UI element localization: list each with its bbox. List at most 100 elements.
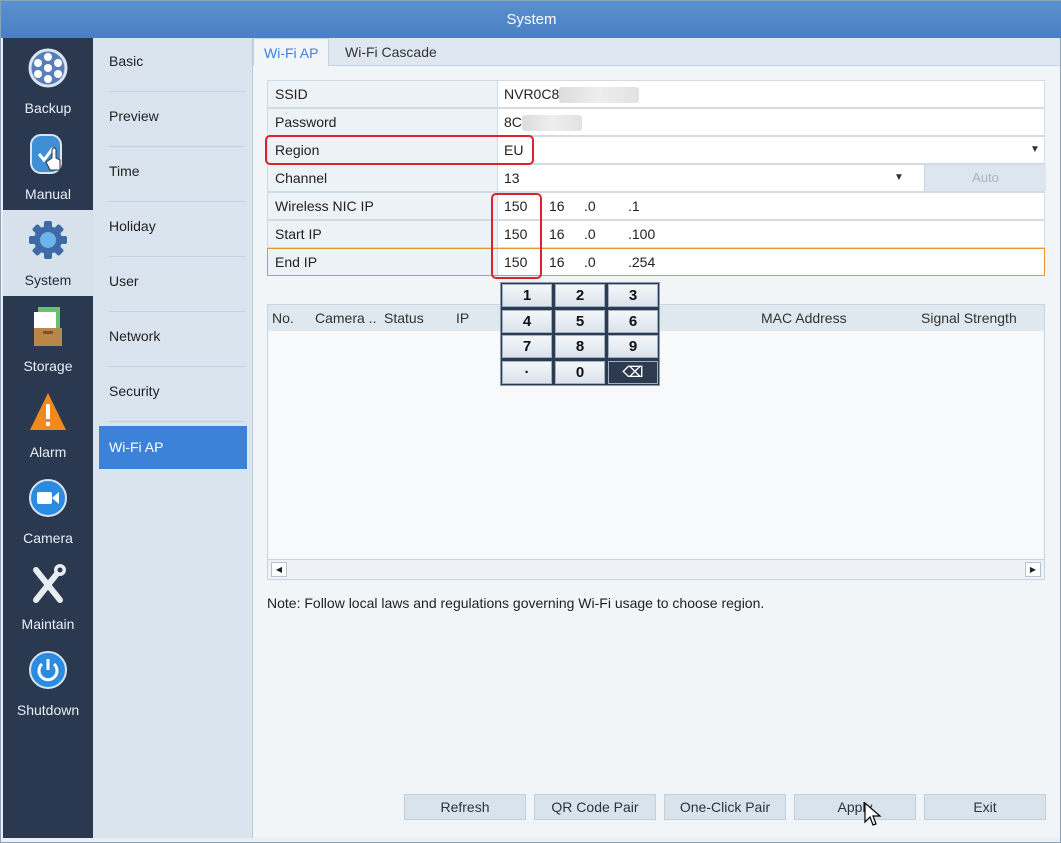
channel-label: Channel: [268, 165, 498, 191]
tab-wifi-ap[interactable]: Wi-Fi AP: [253, 38, 330, 66]
storage-icon: [34, 307, 62, 346]
keypad-key-dot[interactable]: ·: [502, 361, 552, 384]
ip-octet-input[interactable]: .0: [584, 221, 596, 247]
ip-octet-input[interactable]: .100: [628, 221, 655, 247]
wireless-nic-ip-label: Wireless NIC IP: [268, 193, 498, 219]
nav-item-backup[interactable]: Backup: [3, 38, 93, 124]
nav-item-shutdown[interactable]: Shutdown: [3, 640, 93, 726]
chevron-down-icon[interactable]: ▼: [1030, 144, 1040, 155]
ssid-value: NVR0C8: [504, 86, 560, 102]
channel-select[interactable]: 13: [504, 165, 904, 191]
channel-value: 13: [504, 170, 520, 186]
nav-label: Maintain: [21, 616, 75, 632]
window-title: System: [1, 1, 1061, 38]
maintain-tools-icon: [33, 564, 66, 603]
keypad-key-1[interactable]: 1: [502, 284, 552, 307]
column-header-mac-address[interactable]: MAC Address: [761, 305, 847, 331]
nav-item-maintain[interactable]: Maintain: [3, 554, 93, 640]
submenu-divider: [109, 421, 245, 422]
region-select[interactable]: EU: [504, 137, 1044, 163]
ip-octet-input[interactable]: 16: [549, 193, 565, 219]
submenu-item-time[interactable]: Time: [99, 150, 247, 193]
ip-octet-input[interactable]: .1: [628, 193, 640, 219]
column-header-no[interactable]: No.: [272, 305, 294, 331]
redacted-blur: [521, 115, 582, 132]
wireless-nic-ip-row: Wireless NIC IP 150 16 .0 .1: [267, 192, 1045, 220]
ip-octet-input[interactable]: .0: [584, 193, 596, 219]
apply-button[interactable]: Apply: [794, 794, 916, 820]
submenu-divider: [109, 146, 245, 147]
submenu-item-preview[interactable]: Preview: [99, 95, 247, 138]
nav-label: Alarm: [29, 444, 67, 460]
column-header-signal-strength[interactable]: Signal Strength: [921, 305, 1017, 331]
nav-item-alarm[interactable]: Alarm: [3, 382, 93, 468]
main-content: Wi-Fi AP Wi-Fi Cascade SSID NVR0C8 Passw…: [253, 38, 1060, 838]
system-gear-icon: [29, 221, 67, 259]
start-ip-row: Start IP 150 16 .0 .100: [267, 220, 1045, 248]
main-nav: Backup Manual System Storage Alarm Camer…: [3, 38, 93, 838]
end-ip-row: End IP 150 16 .0 .254: [267, 248, 1045, 276]
one-click-pair-button[interactable]: One-Click Pair: [664, 794, 786, 820]
ip-octet-input[interactable]: .0: [584, 249, 596, 275]
keypad-key-4[interactable]: 4: [502, 310, 552, 333]
nav-item-system[interactable]: System: [3, 210, 93, 296]
submenu-divider: [109, 366, 245, 367]
ip-octet-input[interactable]: 16: [549, 249, 565, 275]
keypad-key-8[interactable]: 8: [555, 335, 605, 358]
submenu-item-network[interactable]: Network: [99, 315, 247, 358]
ssid-label: SSID: [268, 81, 498, 107]
keypad-key-5[interactable]: 5: [555, 310, 605, 333]
tab-bar: Wi-Fi AP Wi-Fi Cascade: [253, 38, 1060, 66]
nav-item-manual[interactable]: Manual: [3, 124, 93, 210]
keypad-key-2[interactable]: 2: [555, 284, 605, 307]
submenu-divider: [109, 201, 245, 202]
chevron-down-icon[interactable]: ▼: [894, 172, 904, 183]
backspace-icon[interactable]: ⌫: [608, 361, 658, 384]
submenu-item-holiday[interactable]: Holiday: [99, 205, 247, 248]
submenu-divider: [109, 91, 245, 92]
alarm-warning-icon: [30, 393, 66, 430]
password-label: Password: [268, 109, 498, 135]
nav-label: Storage: [23, 358, 73, 374]
scroll-left-icon[interactable]: ◀: [271, 562, 287, 577]
keypad-key-6[interactable]: 6: [608, 310, 658, 333]
password-field[interactable]: 8C: [504, 109, 582, 135]
password-value: 8C: [504, 114, 522, 130]
nav-item-camera[interactable]: Camera: [3, 468, 93, 554]
keypad-key-9[interactable]: 9: [608, 335, 658, 358]
submenu-item-wifi-ap[interactable]: Wi-Fi AP: [99, 426, 247, 469]
ip-octet-input[interactable]: .254: [628, 249, 655, 275]
region-highlight: [265, 135, 534, 165]
backup-reel-icon: [28, 48, 68, 88]
column-header-ip[interactable]: IP: [456, 305, 469, 331]
system-window: System Backup Manual System Storage Alar…: [0, 0, 1061, 843]
horizontal-scrollbar[interactable]: ◀ ▶: [268, 559, 1044, 579]
nav-item-storage[interactable]: Storage: [3, 296, 93, 382]
mouse-cursor-icon: [864, 802, 882, 826]
qr-code-pair-button[interactable]: QR Code Pair: [534, 794, 656, 820]
auto-button[interactable]: Auto: [924, 165, 1046, 191]
submenu-item-user[interactable]: User: [99, 260, 247, 303]
ssid-field[interactable]: NVR0C8: [504, 81, 640, 107]
nav-label: Shutdown: [16, 702, 80, 718]
system-submenu: Basic Preview Time Holiday User Network …: [93, 38, 253, 838]
nav-label: Camera: [23, 530, 73, 546]
column-header-status[interactable]: Status: [384, 305, 424, 331]
submenu-item-security[interactable]: Security: [99, 370, 247, 413]
exit-button[interactable]: Exit: [924, 794, 1046, 820]
end-ip-label: End IP: [268, 249, 498, 275]
column-header-camera[interactable]: Camera ..: [315, 305, 376, 331]
submenu-item-basic[interactable]: Basic: [99, 40, 247, 83]
scroll-right-icon[interactable]: ▶: [1025, 562, 1041, 577]
camera-icon: [29, 479, 67, 517]
keypad-key-7[interactable]: 7: [502, 335, 552, 358]
numeric-keypad: 1 2 3 4 5 6 7 8 9 · 0 ⌫: [500, 282, 660, 386]
refresh-button[interactable]: Refresh: [404, 794, 526, 820]
manual-hand-icon: [30, 134, 62, 174]
password-row: Password 8C: [267, 108, 1045, 136]
nav-label: System: [24, 272, 72, 288]
ip-octet-input[interactable]: 16: [549, 221, 565, 247]
keypad-key-3[interactable]: 3: [608, 284, 658, 307]
tab-wifi-cascade[interactable]: Wi-Fi Cascade: [335, 38, 447, 66]
keypad-key-0[interactable]: 0: [555, 361, 605, 384]
